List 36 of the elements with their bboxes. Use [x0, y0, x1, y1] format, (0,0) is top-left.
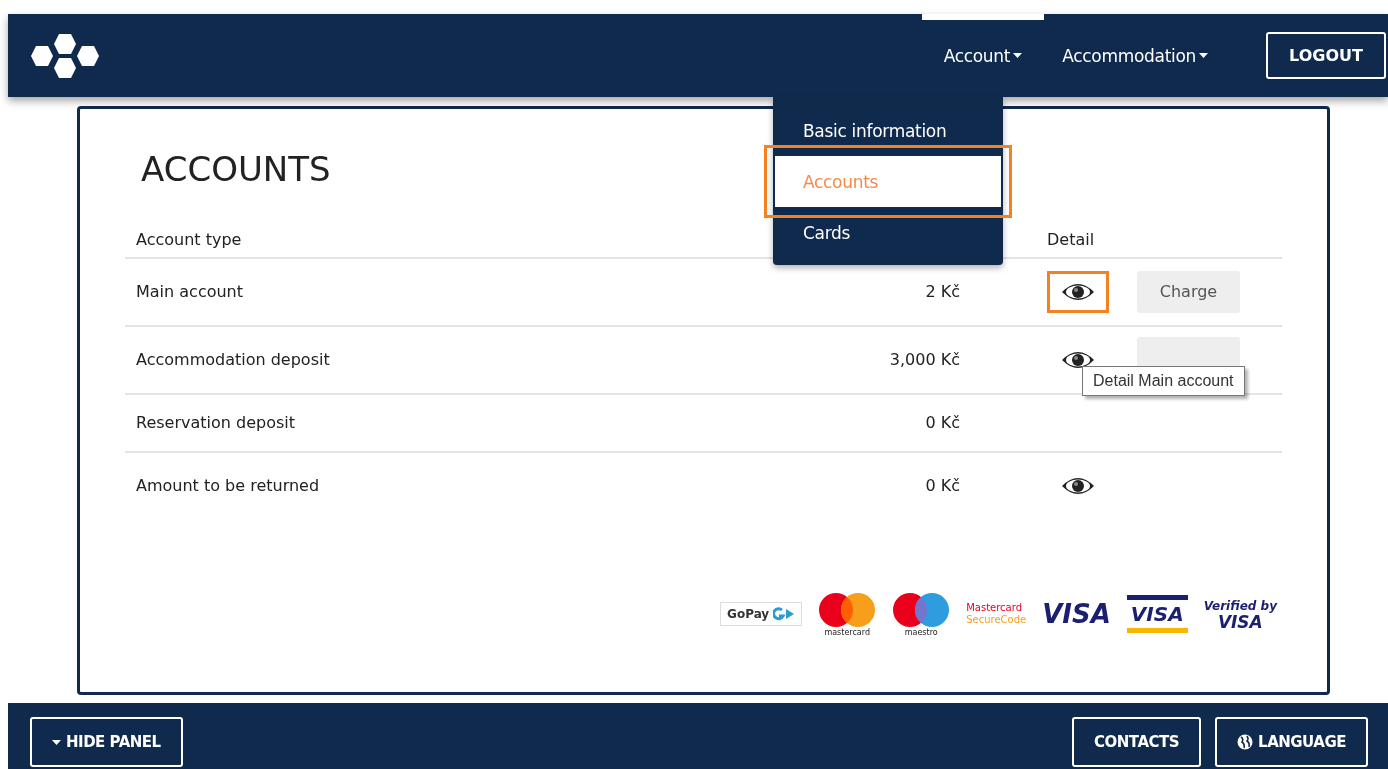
page-title: ACCOUNTS	[141, 148, 331, 189]
table-cell-text: Main account	[136, 282, 245, 301]
securecode-logo: Mastercard SecureCode	[966, 602, 1027, 626]
globe-icon	[1237, 734, 1254, 750]
dropdown-item[interactable]: Cards	[773, 207, 1003, 258]
mastercard-logo: mastercard	[818, 591, 877, 637]
logout-button[interactable]: LOGOUT	[1266, 32, 1386, 79]
caret-icon	[52, 739, 61, 745]
table-cell-text: 0 Kč	[924, 413, 961, 432]
charge-button[interactable]: Charge	[1137, 270, 1240, 313]
hide-panel-button[interactable]: HIDE PANEL	[30, 717, 183, 767]
caret-icon	[1199, 53, 1208, 58]
hexagon-logo-icon	[30, 31, 100, 80]
table-cell-text: 0 Kč	[924, 476, 961, 495]
nav-menu[interactable]: Accommodation	[1048, 14, 1222, 97]
verified-by-visa-logo: Verified by VISA	[1203, 598, 1277, 630]
eye-icon	[1061, 349, 1095, 370]
contacts-button[interactable]: CONTACTS	[1072, 717, 1202, 767]
visa-logo: VISA	[1042, 599, 1111, 629]
caret-icon	[1013, 53, 1023, 58]
table-cell-text: 3,000 Kč	[888, 350, 961, 369]
detail-button[interactable]	[1047, 270, 1109, 313]
table-cell-text: Amount to be returned	[136, 476, 321, 495]
eye-icon	[1061, 475, 1095, 496]
maestro-logo: maestro	[892, 591, 951, 637]
dropdown-item[interactable]: Basic information	[773, 105, 1003, 156]
table-cell-text: Reservation deposit	[136, 413, 296, 432]
column-header: Detail	[1046, 229, 1096, 249]
eye-icon	[1061, 281, 1095, 302]
visa-electron-logo: VISA	[1126, 595, 1188, 633]
column-header: Account type	[136, 229, 243, 249]
table-cell-text: 2 Kč	[924, 282, 961, 301]
table-cell-text: Accommodation deposit	[136, 350, 331, 369]
tooltip: Detail Main account	[1082, 366, 1245, 396]
gopay-logo: GoPay	[720, 602, 803, 626]
language-button[interactable]: LANGUAGE	[1215, 717, 1368, 767]
